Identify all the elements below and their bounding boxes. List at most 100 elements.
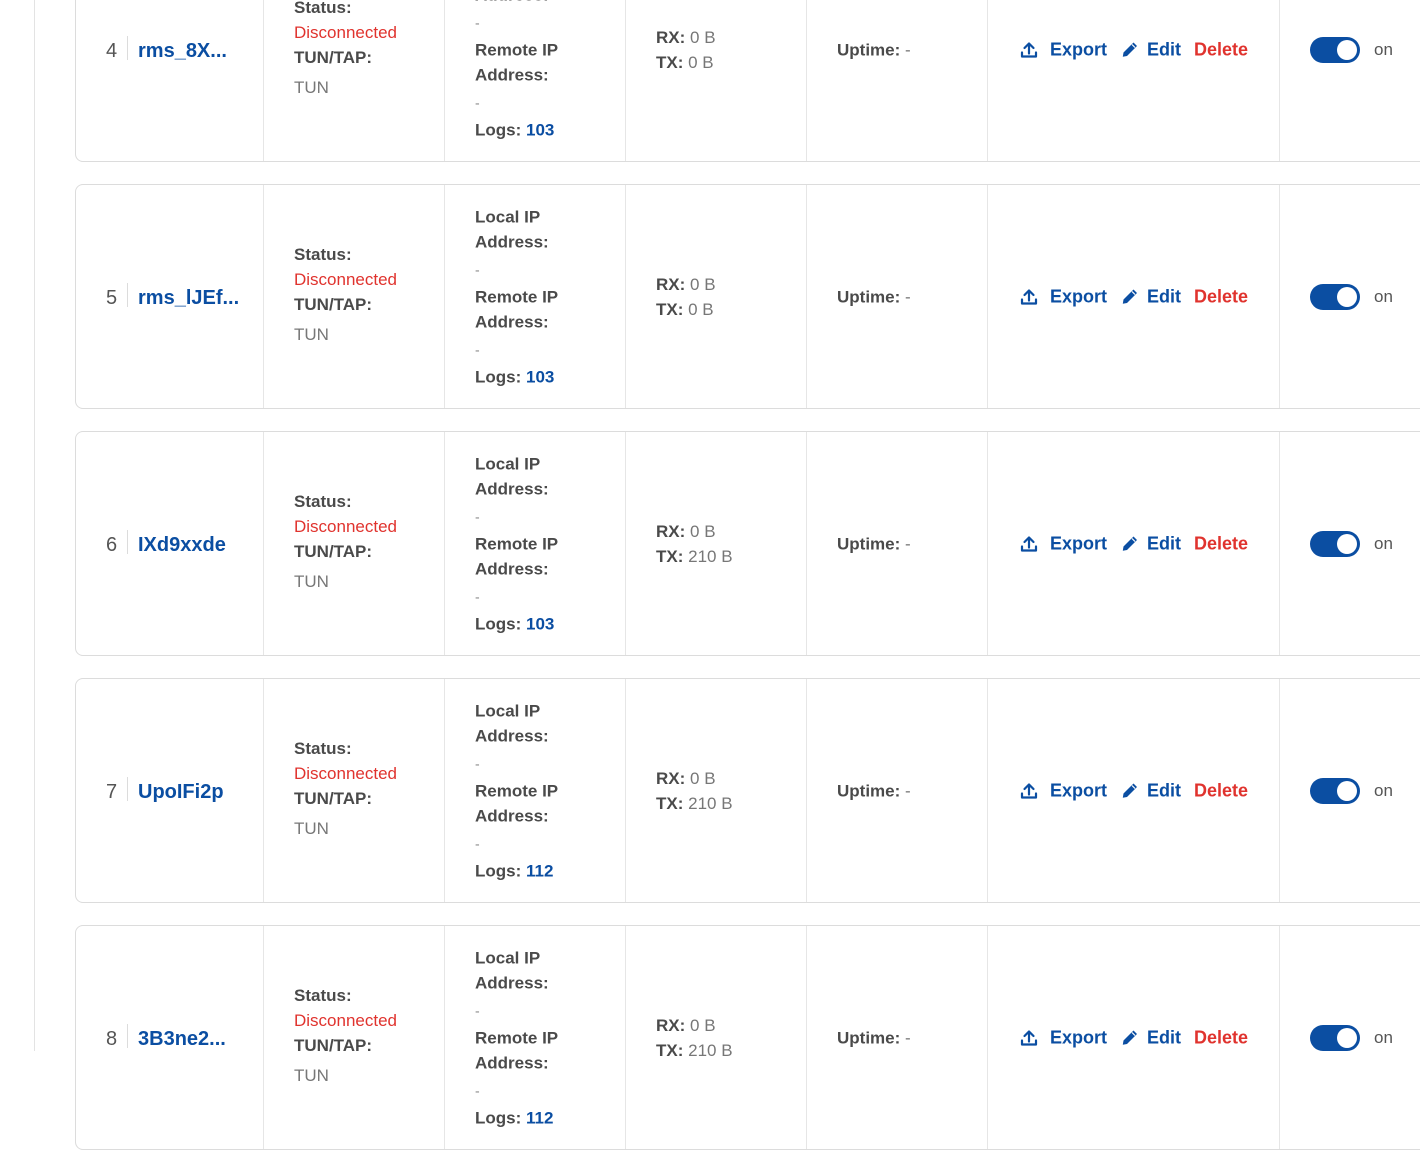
actions-cell: Export Edit Delete: [988, 926, 1279, 1149]
logs-count-link[interactable]: 103: [526, 614, 554, 633]
toggle-cell: on: [1280, 926, 1420, 1149]
uptime-value: -: [905, 534, 911, 553]
upload-icon: [1020, 289, 1038, 305]
remote-ip-value: -: [475, 588, 480, 604]
uptime-value: -: [905, 781, 911, 800]
status-label: Status:: [294, 244, 352, 264]
status-cell: Status: Disconnected TUN/TAP: TUN: [264, 0, 444, 161]
logs-count-link[interactable]: 112: [526, 1108, 553, 1127]
local-ip-address-label: Address:: [475, 232, 549, 251]
pencil-icon: [1122, 42, 1138, 57]
uptime-value: -: [905, 287, 911, 306]
enable-toggle[interactable]: [1310, 530, 1360, 557]
uptime-cell: Uptime: -: [807, 926, 987, 1149]
local-ip-label: Local IP: [475, 454, 541, 473]
instance-name-link[interactable]: IXd9xxde: [138, 534, 226, 557]
status-value: Disconnected: [294, 269, 398, 289]
instance-row: 8 3B3ne2... Status: Disconnected TUN/TAP…: [75, 925, 1420, 1150]
local-ip-value: -: [475, 261, 480, 277]
logs-label: Logs:: [475, 120, 522, 139]
rx-label: RX:: [656, 27, 686, 47]
edit-button[interactable]: Edit: [1121, 533, 1181, 554]
edit-button[interactable]: Edit: [1121, 39, 1181, 60]
enable-toggle[interactable]: [1310, 36, 1360, 63]
status-cell: Status: Disconnected TUN/TAP: TUN: [264, 926, 444, 1149]
delete-label: Delete: [1194, 39, 1249, 59]
toggle-knob: [1337, 1027, 1357, 1048]
row-index: 8: [106, 1027, 118, 1050]
traffic-cell: RX: 0 B TX: 210 B: [626, 432, 806, 655]
export-button[interactable]: Export: [1020, 533, 1107, 554]
enable-toggle[interactable]: [1310, 283, 1360, 310]
status-label: Status:: [294, 738, 352, 758]
delete-button[interactable]: Delete: [1194, 780, 1248, 801]
remote-ip-label: Remote IP: [475, 781, 559, 800]
instance-name-link[interactable]: UpoIFi2p: [138, 781, 224, 804]
edit-button[interactable]: Edit: [1121, 1027, 1181, 1048]
status-label: Status:: [294, 491, 352, 511]
instance-id-cell: 5 rms_lJEf...: [76, 185, 263, 408]
uptime-cell: Uptime: -: [807, 185, 987, 408]
edit-label: Edit: [1147, 780, 1182, 800]
status-label: Status:: [294, 0, 352, 17]
logs-count-link[interactable]: 103: [526, 367, 554, 386]
delete-button[interactable]: Delete: [1194, 286, 1248, 307]
instance-name-link[interactable]: rms_lJEf...: [138, 287, 239, 310]
toggle-state-label: on: [1374, 533, 1393, 553]
rx-value: 0 B: [690, 521, 716, 541]
logs-count-link[interactable]: 112: [526, 861, 553, 880]
row-index: 6: [106, 533, 118, 556]
instance-name-link[interactable]: 3B3ne2...: [138, 1028, 226, 1051]
row-index: 5: [106, 286, 118, 309]
rx-label: RX:: [656, 274, 686, 294]
rx-value: 0 B: [690, 274, 716, 294]
status-cell: Status: Disconnected TUN/TAP: TUN: [264, 679, 444, 902]
status-value: Disconnected: [294, 1010, 398, 1030]
instance-name-link[interactable]: rms_8X...: [138, 40, 227, 63]
actions-cell: Export Edit Delete: [988, 679, 1279, 902]
local-ip-value: -: [475, 14, 480, 30]
status-value: Disconnected: [294, 763, 398, 783]
instance-id-cell: 7 UpoIFi2p: [76, 679, 263, 902]
traffic-cell: RX: 0 B TX: 210 B: [626, 926, 806, 1149]
tun-tap-label: TUN/TAP:: [294, 541, 373, 561]
remote-ip-label: Remote IP: [475, 534, 559, 553]
export-button[interactable]: Export: [1020, 286, 1107, 307]
uptime-value: -: [905, 40, 911, 59]
status-cell: Status: Disconnected TUN/TAP: TUN: [264, 432, 444, 655]
export-button[interactable]: Export: [1020, 1027, 1107, 1048]
tun-tap-label: TUN/TAP:: [294, 294, 373, 314]
local-ip-value: -: [475, 508, 480, 524]
edit-button[interactable]: Edit: [1121, 780, 1181, 801]
logs-count-link[interactable]: 103: [526, 120, 554, 139]
remote-ip-address-label: Address:: [475, 65, 549, 84]
remote-ip-address-label: Address:: [475, 312, 549, 331]
upload-icon: [1020, 536, 1038, 552]
toggle-knob: [1337, 39, 1357, 60]
toggle-state-label: on: [1374, 39, 1393, 59]
enable-toggle[interactable]: [1310, 777, 1360, 804]
upload-icon: [1020, 42, 1038, 58]
tun-tap-value: TUN: [294, 818, 329, 838]
remote-ip-value: -: [475, 835, 480, 851]
toggle-knob: [1337, 780, 1357, 801]
tx-value: 0 B: [688, 52, 714, 72]
delete-button[interactable]: Delete: [1194, 39, 1248, 60]
export-button[interactable]: Export: [1020, 780, 1107, 801]
delete-button[interactable]: Delete: [1194, 1027, 1248, 1048]
local-ip-address-label: Address:: [475, 0, 625, 7]
rx-label: RX:: [656, 1015, 686, 1035]
delete-button[interactable]: Delete: [1194, 533, 1248, 554]
instance-id-cell: 4 rms_8X...: [76, 0, 263, 161]
tx-label: TX:: [656, 546, 684, 566]
uptime-label: Uptime:: [837, 287, 901, 306]
delete-label: Delete: [1194, 780, 1249, 800]
rx-value: 0 B: [690, 768, 716, 788]
edit-button[interactable]: Edit: [1121, 286, 1181, 307]
tun-tap-value: TUN: [294, 324, 329, 344]
rx-label: RX:: [656, 521, 686, 541]
tun-tap-label: TUN/TAP:: [294, 788, 373, 808]
export-button[interactable]: Export: [1020, 39, 1107, 60]
instance-list: 4 rms_8X... Status: Disconnected TUN/TAP…: [0, 0, 1420, 1150]
enable-toggle[interactable]: [1310, 1024, 1360, 1051]
